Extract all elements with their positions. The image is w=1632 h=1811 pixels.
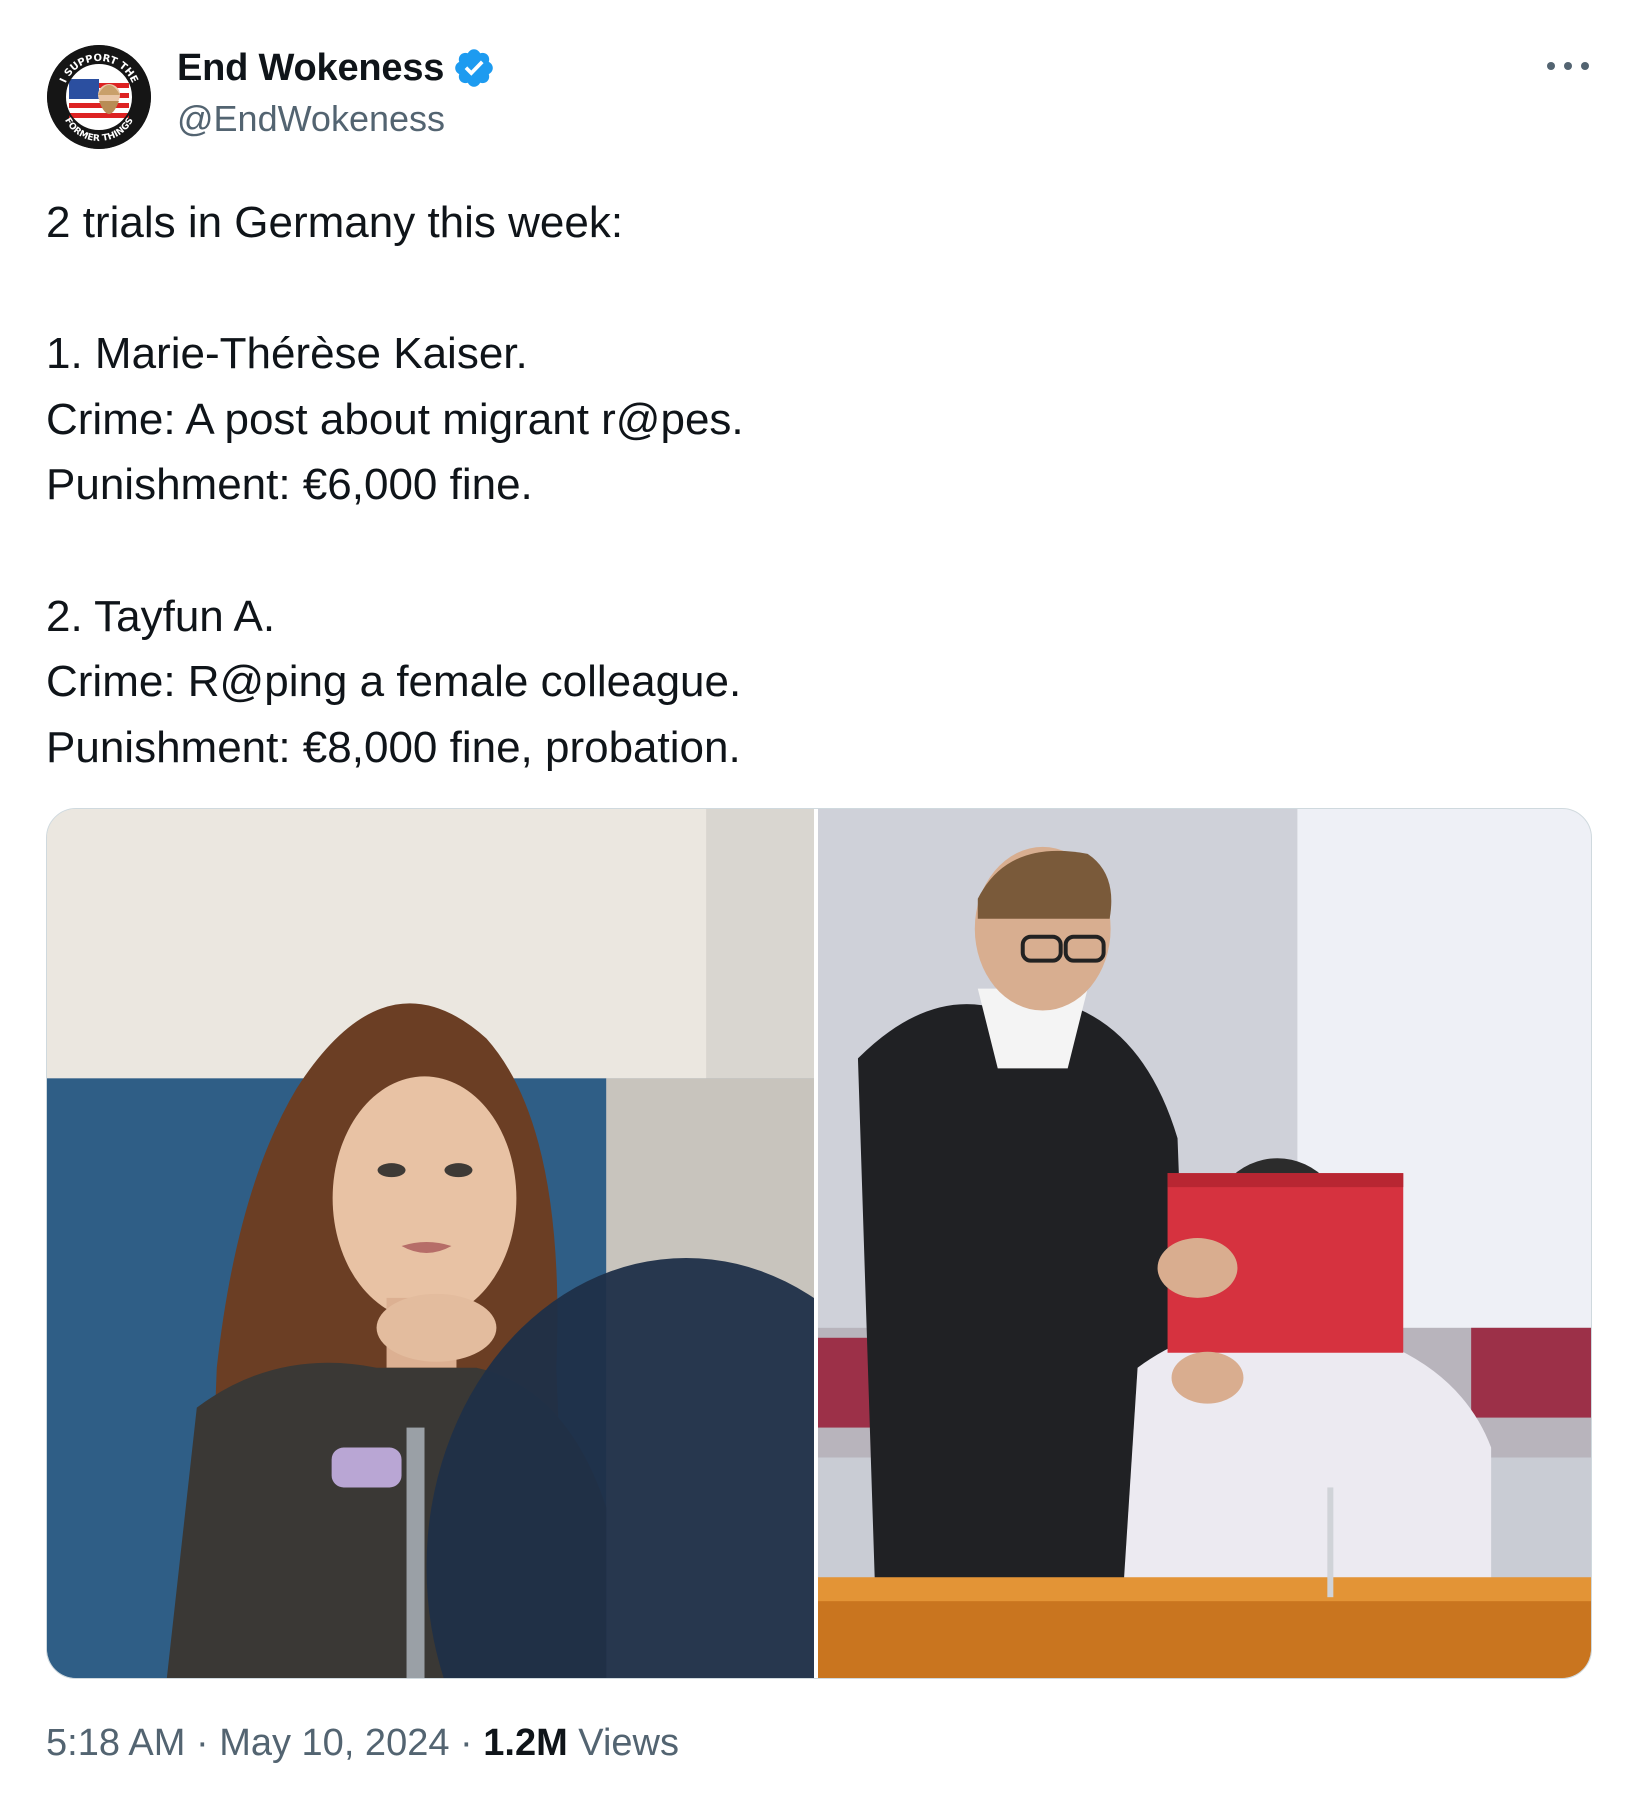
tweet-text-line: Crime: R@ping a female colleague. [46,657,742,707]
tweet-text-line: Punishment: €6,000 fine. [46,460,533,510]
author-handle[interactable]: @EndWokeness [177,98,445,140]
tweet-text-line: Punishment: €8,000 fine, probation. [46,722,741,772]
tweet-card: I SUPPORT THE FORMER THINGS End Wokeness… [0,0,1632,1811]
tweet-timestamp-time[interactable]: 5:18 AM [46,1722,185,1765]
tweet-text-line: 1. Marie-Thérèse Kaiser. [46,329,528,379]
tweet-media-grid [46,808,1592,1679]
tweet-timestamp-date[interactable]: May 10, 2024 [219,1722,449,1765]
photo-lawyer-and-defendant-with-red-folder[interactable] [818,809,1591,1678]
tweet-text: 2 trials in Germany this week: 1. Marie-… [46,190,1586,780]
tweet-text-line: 2 trials in Germany this week: [46,198,624,247]
views-count[interactable]: 1.2M [483,1722,567,1765]
views-label: Views [567,1722,679,1764]
more-options-button[interactable] [1538,44,1598,88]
tweet-meta: 5:18 AM · May 10, 2024 · 1.2M Views [46,1722,679,1765]
author-avatar[interactable]: I SUPPORT THE FORMER THINGS [47,45,151,149]
author-name-row: End Wokeness [177,42,496,94]
meta-separator: · [185,1722,220,1764]
tweet-text-line: Crime: A post about migrant r@pes. [46,394,744,444]
verified-badge-icon[interactable] [452,46,496,90]
avatar-logo-image: I SUPPORT THE FORMER THINGS [47,45,151,149]
author-display-name[interactable]: End Wokeness [177,47,444,90]
tweet-text-line: 2. Tayfun A. [46,591,276,641]
meta-separator: · [449,1722,484,1764]
photo-woman-in-meeting[interactable] [47,809,814,1678]
more-horizontal-icon [1547,62,1589,70]
